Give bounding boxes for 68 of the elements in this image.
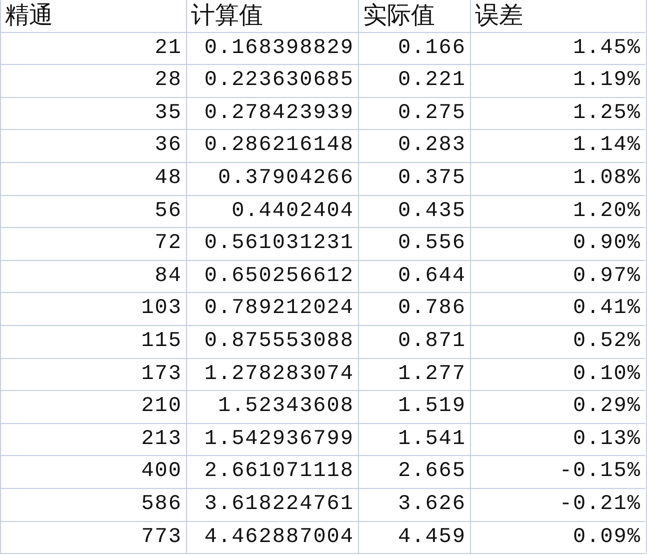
table-cell-text: 0.13% — [572, 426, 641, 453]
table-cell-text: 0.41% — [572, 296, 641, 322]
table-cell-text: 173 — [141, 362, 182, 388]
table-cell-text: 1.278283074 — [204, 362, 354, 388]
table-cell-text: 84 — [154, 264, 182, 290]
table-cell-text: -0.15% — [559, 459, 641, 486]
table-cell-text: 0.223630685 — [204, 68, 354, 94]
table-cell-text: 0.875553088 — [204, 328, 354, 355]
table-cell-text: 103 — [141, 296, 182, 322]
column-header: 误差 — [475, 0, 523, 31]
table-cell-text: 0.221 — [398, 68, 466, 94]
table-cell-text: 1.52343608 — [218, 394, 354, 420]
table-cell-text: 1.14% — [572, 133, 641, 160]
table-cell-text: 56 — [154, 198, 182, 225]
table-cell-text: 1.19% — [572, 68, 641, 94]
table-cell-text: 0.4402404 — [232, 198, 354, 225]
table-cell-text: 115 — [141, 328, 182, 355]
table-cell-text: 1.277 — [398, 362, 466, 388]
table-cell-text: 1.542936799 — [204, 426, 354, 453]
table-cell-text: 2.661071118 — [204, 459, 354, 486]
table-cell-text: 0.52% — [572, 328, 641, 355]
table-cell-text: 0.789212024 — [204, 296, 354, 322]
column-header: 实际值 — [363, 0, 435, 31]
table-cell-text: 586 — [141, 492, 182, 518]
table-cell-text: 3.618224761 — [204, 492, 354, 518]
table-cell-text: 1.45% — [572, 36, 641, 62]
table-cell-text: 0.435 — [398, 198, 466, 225]
table-cell-text: 210 — [141, 394, 182, 420]
table-cell-text: 0.286216148 — [204, 133, 354, 160]
table-cell-text: -0.21% — [559, 492, 641, 518]
table-cell-text: 0.556 — [398, 231, 466, 258]
table-cell-text: 0.561031231 — [204, 231, 354, 258]
table-cell-text: 1.08% — [572, 166, 641, 192]
table-cell-text: 0.10% — [572, 362, 641, 388]
table-cell-text: 4.459 — [398, 524, 466, 551]
table-cell-text: 0.644 — [398, 264, 466, 290]
table-cell-text: 0.650256612 — [204, 264, 354, 290]
table-cell-text: 0.37904266 — [218, 166, 354, 192]
table-cell-text: 1.20% — [572, 198, 641, 225]
table-cell-text: 0.90% — [572, 231, 641, 258]
table-cell-text: 72 — [154, 231, 182, 258]
table-cell-text: 2.665 — [398, 459, 466, 486]
table-cell-text: 21 — [154, 36, 182, 62]
table-cell-text: 0.786 — [398, 296, 466, 322]
table-cell-text: 0.168398829 — [204, 36, 354, 62]
table-cell-text: 0.871 — [398, 328, 466, 355]
table-cell-text: 773 — [141, 524, 182, 551]
table-cell-text: 0.09% — [572, 524, 641, 551]
table-cell-text: 36 — [154, 133, 182, 160]
table-cell-text: 3.626 — [398, 492, 466, 518]
table-cell-text: 4.462887004 — [204, 524, 354, 551]
table-cell-text: 35 — [154, 100, 182, 127]
table-cell-text: 1.519 — [398, 394, 466, 420]
table-cell-text: 0.375 — [398, 166, 466, 192]
table-cell-text: 400 — [141, 459, 182, 486]
table-cell-text: 0.166 — [398, 36, 466, 62]
table-cell-text: 0.283 — [398, 133, 466, 160]
table-cell-text: 213 — [141, 426, 182, 453]
table-cell-text: 0.29% — [572, 394, 641, 420]
table-cell-text: 1.541 — [398, 426, 466, 453]
table-cell-text: 1.25% — [572, 100, 641, 127]
table-cell-text: 48 — [154, 166, 182, 192]
column-header: 精通 — [5, 0, 53, 31]
table-cell-text: 28 — [154, 68, 182, 94]
table-cell-text: 0.278423939 — [204, 100, 354, 127]
table-cell-text: 0.275 — [398, 100, 466, 127]
table-cell-text: 0.97% — [572, 264, 641, 290]
column-header: 计算值 — [191, 0, 263, 31]
